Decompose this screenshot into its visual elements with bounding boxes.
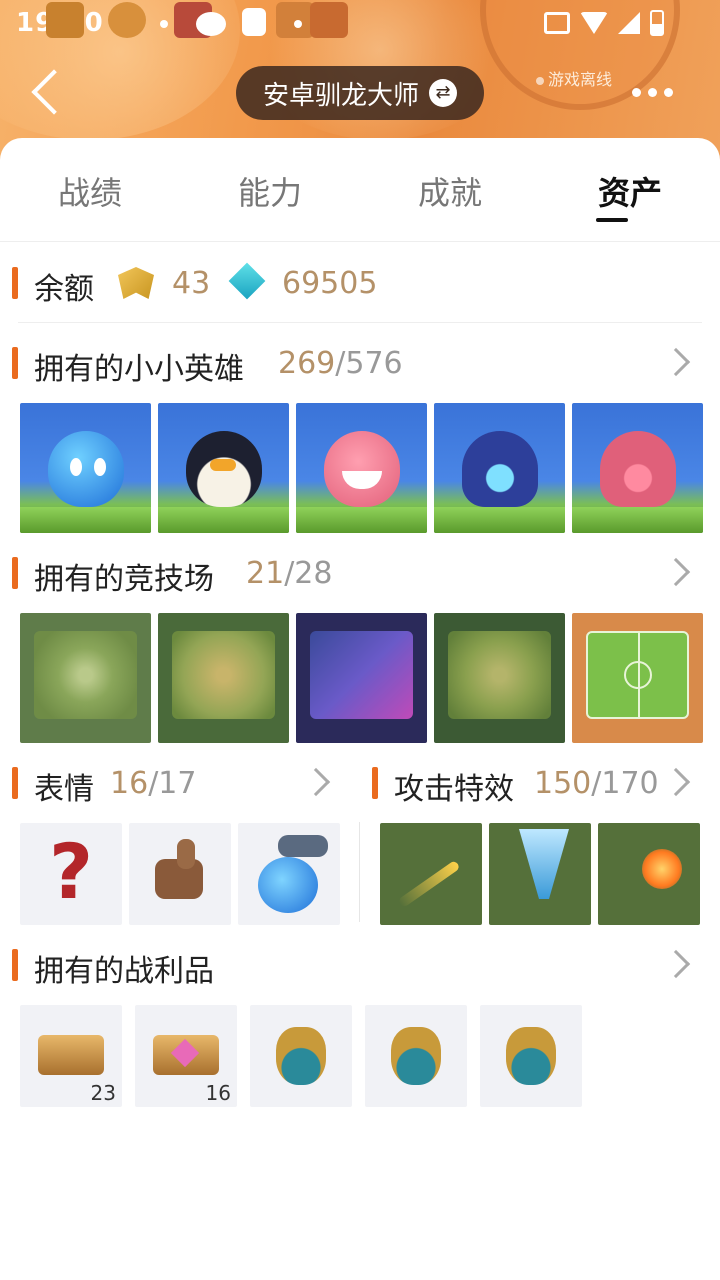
divider [18,322,702,323]
tab-ability[interactable]: 能力 [210,168,330,214]
chevron-right-icon [661,347,691,377]
account-title: 安卓驯龙大师 [262,80,419,111]
emotes-list: ? [20,823,340,925]
attack-effects-count: 150/170 [534,766,659,801]
notification-icon [310,2,348,38]
spirit-icon [258,857,318,913]
section-marker [12,267,18,299]
gem-balance: 69505 [282,266,378,301]
gem-icon [230,264,264,298]
arenas-list [20,613,703,743]
more-button[interactable] [632,80,680,104]
hero-penguin[interactable] [158,403,289,533]
balance-label: 余额 [34,272,94,307]
question-mark-icon: ? [48,827,94,916]
loot-item[interactable]: 16 [135,1005,237,1107]
loot-count: 23 [90,1081,116,1105]
emote-thumbs-up[interactable] [129,823,231,925]
heroes-list [20,403,703,533]
arena-forest[interactable] [434,613,565,743]
notification-icon [46,2,84,38]
section-marker [12,347,18,379]
arena-jungle[interactable] [158,613,289,743]
chevron-right-icon [661,557,691,587]
status-bar: 19:30 [0,0,720,48]
tab-record[interactable]: 战绩 [30,168,150,214]
tab-bar: 战绩 能力 成就 资产 [0,138,720,242]
loot-count: 16 [205,1081,231,1105]
loot-item[interactable]: 23 [20,1005,122,1107]
attack-effects-list [380,823,700,925]
database-icon [242,8,266,36]
game-status-text: 游戏离线 [548,70,613,89]
health-icon [196,12,226,36]
dot-icon [294,20,302,28]
divider [359,822,360,922]
loot-bag-icon [276,1027,326,1085]
back-button[interactable] [30,70,70,118]
emotes-title: 表情 [34,772,94,807]
heroes-count: 269/576 [278,346,403,381]
loot-title: 拥有的战利品 [34,954,214,989]
status-dot-icon [536,76,544,85]
tab-assets[interactable]: 资产 [570,168,690,214]
tab-active-indicator [596,218,628,222]
arena-soccer[interactable] [572,613,703,743]
arenas-count: 21/28 [246,556,333,591]
loot-bag-icon [391,1027,441,1085]
hero-blue-spirit[interactable] [20,403,151,533]
loot-item[interactable] [250,1005,352,1107]
arenas-title: 拥有的竞技场 [34,562,214,597]
crest-coin-icon [118,267,154,299]
notification-icon [108,2,146,38]
section-marker [12,557,18,589]
hero-pink-hooded-spirit[interactable] [572,403,703,533]
signal-icon [618,12,640,34]
hero-pink-cat[interactable] [296,403,427,533]
chevron-right-icon [301,767,331,797]
chevron-right-icon [661,767,691,797]
emote-cannon-spirit[interactable] [238,823,340,925]
loot-item[interactable] [480,1005,582,1107]
rank-x2-icon [38,1035,104,1075]
section-marker [12,767,18,799]
chevron-right-icon [661,949,691,979]
section-marker [372,767,378,799]
battery-icon [650,10,664,36]
account-switcher[interactable]: 安卓驯龙大师 [236,66,484,120]
dot-icon [160,20,168,28]
profile-header: 19:30 安卓驯龙大师 游戏离线 [0,0,720,160]
game-status: 游戏离线 [536,66,612,90]
hero-blue-hooded-spirit[interactable] [434,403,565,533]
cast-icon [544,12,570,34]
effect-golden-bolt[interactable] [380,823,482,925]
emotes-count: 16/17 [110,766,197,801]
effect-fireball[interactable] [598,823,700,925]
tab-achievement[interactable]: 成就 [390,168,510,214]
system-icons [544,10,664,36]
loot-bag-icon [506,1027,556,1085]
loot-list: 23 16 [20,1005,582,1107]
heroes-title: 拥有的小小英雄 [34,352,244,387]
attack-effects-title: 攻击特效 [394,772,514,807]
switch-icon [429,79,457,107]
section-marker [12,949,18,981]
crest-balance: 43 [172,266,211,301]
loot-item[interactable] [365,1005,467,1107]
wifi-icon [580,12,608,34]
arena-neon[interactable] [296,613,427,743]
emote-question-mark[interactable]: ? [20,823,122,925]
arena-grass[interactable] [20,613,151,743]
effect-tornado[interactable] [489,823,591,925]
